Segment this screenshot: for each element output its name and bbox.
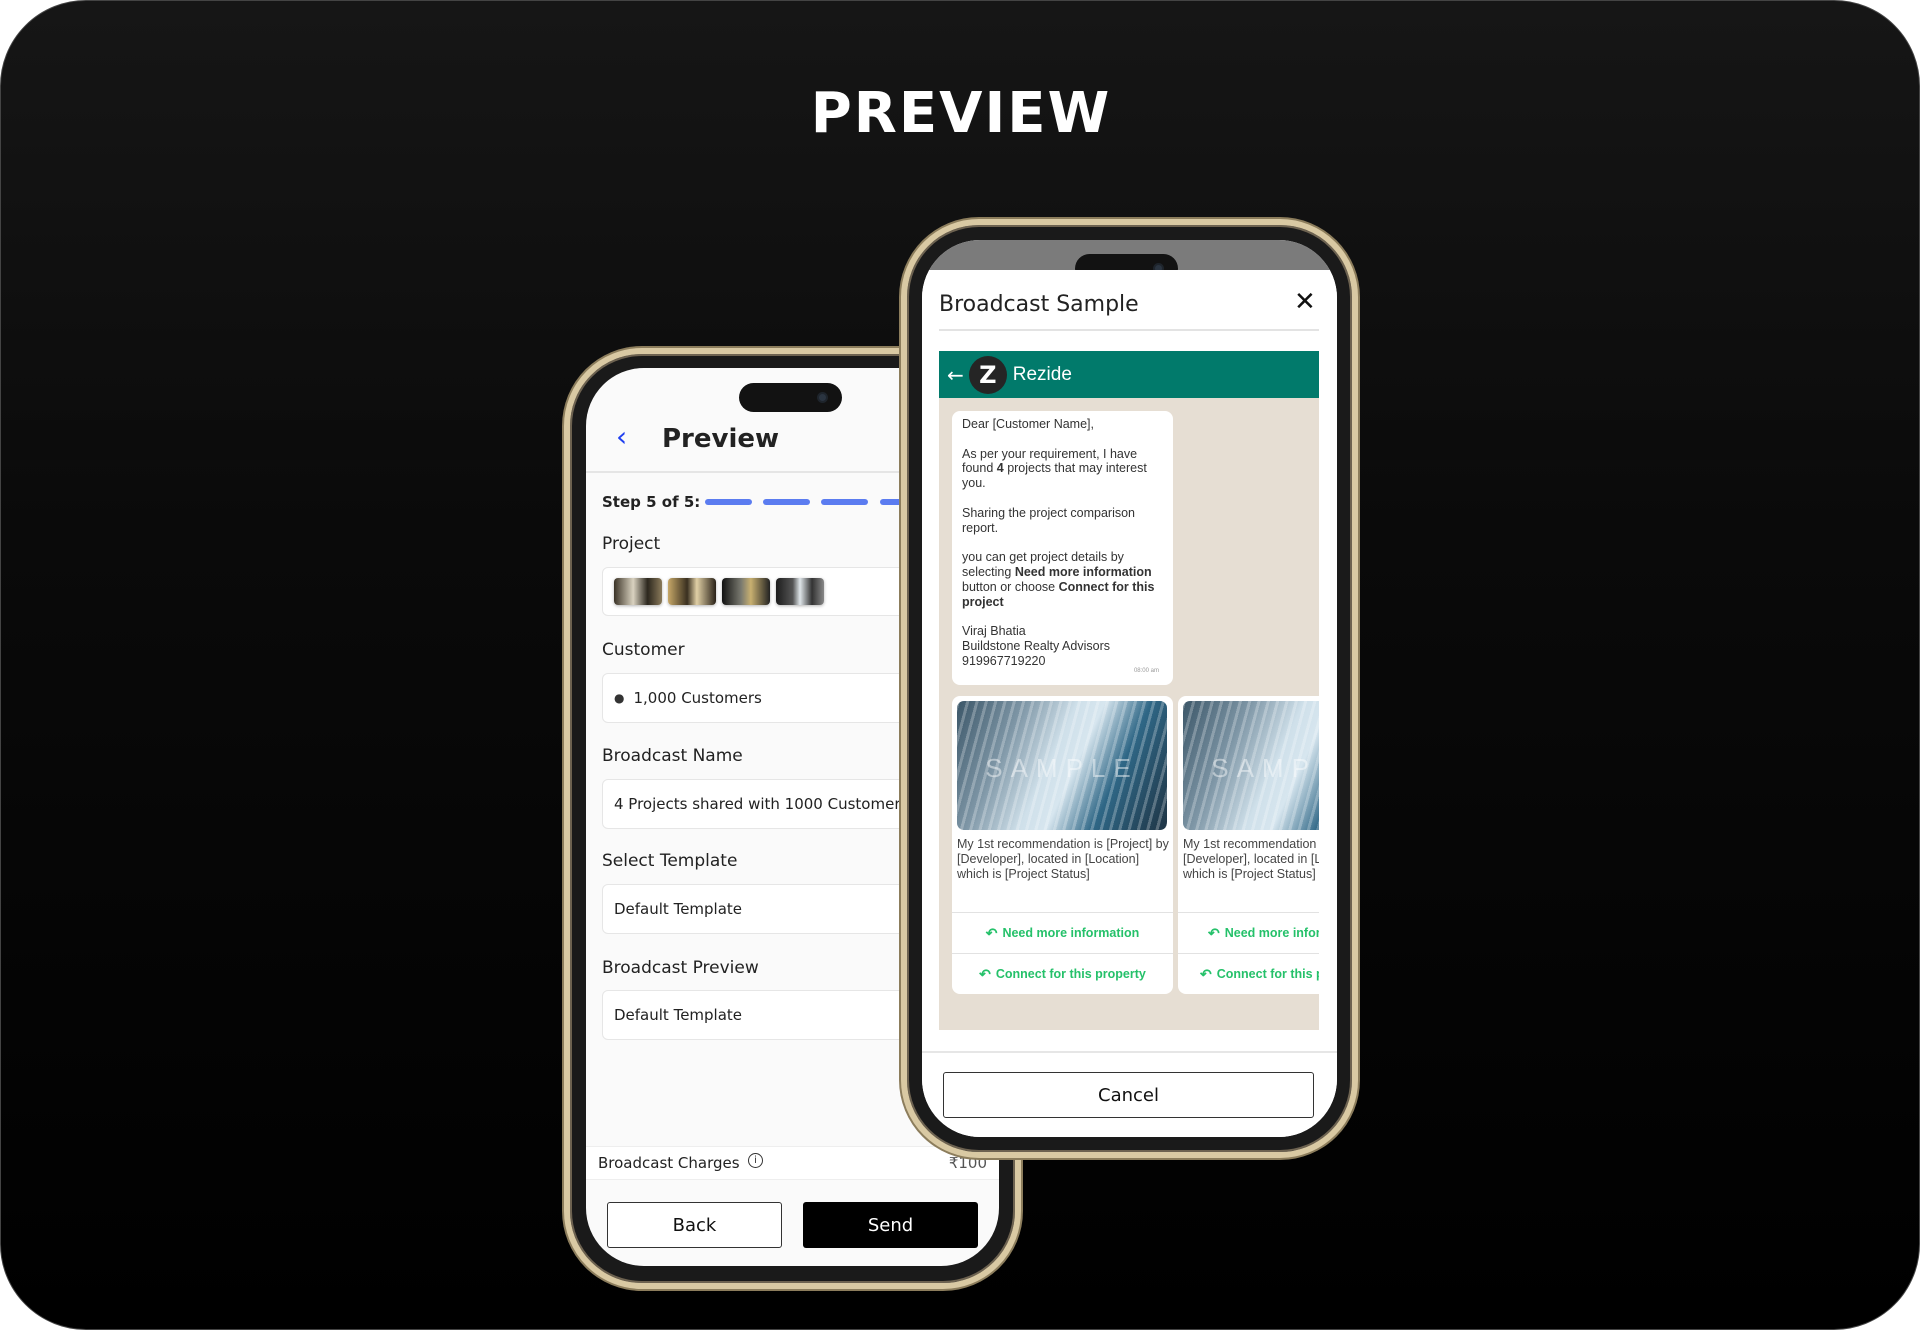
broadcast-preview-label: Broadcast Preview [602,958,759,978]
connect-property-button[interactable]: ↶Connect for this property [1178,953,1319,994]
message-signature: Viraj Bhatia Buildstone Realty Advisors 91… [962,624,1110,668]
close-icon[interactable]: ✕ [1294,287,1316,317]
chevron-left-icon[interactable]: ‹ [616,420,627,453]
broadcast-sample-phone: Broadcast Sample ✕ ← Z Rezide Dear [Cust… [901,219,1358,1158]
carousel-card: SAMPLE My 1st recommendation is [Project… [1178,696,1319,994]
reply-icon: ↶ [1208,924,1220,941]
customer-label: Customer [602,640,685,660]
card-text: My 1st recommendation is [Project] by [D… [957,837,1169,881]
broadcast-name-label: Broadcast Name [602,746,743,766]
connect-property-button[interactable]: ↶Connect for this property [952,953,1173,994]
step-progress-2 [763,499,810,505]
chat-header: ← Z Rezide [939,351,1319,398]
divider [922,1051,1337,1053]
broadcast-sample-screen: Broadcast Sample ✕ ← Z Rezide Dear [Cust… [922,240,1337,1137]
arrow-left-icon[interactable]: ← [947,363,964,387]
step-progress-3 [821,499,868,505]
modal-title: Broadcast Sample [939,292,1139,317]
need-more-info-button[interactable]: ↶Need more information [952,912,1173,953]
canvas: PREVIEW ‹ Preview Step 5 of 5: Project C… [0,0,1920,1330]
info-icon[interactable]: i [748,1153,763,1168]
whatsapp-preview: ← Z Rezide Dear [Customer Name], As per … [939,351,1319,1030]
person-icon: ● [614,691,625,705]
project-thumbnail [614,578,662,605]
customer-value: 1,000 Customers [633,689,762,707]
reply-icon: ↶ [985,924,998,941]
dynamic-island [739,383,842,412]
project-thumbnail [722,578,770,605]
avatar: Z [968,355,1007,394]
project-thumbnail [668,578,716,605]
step-label: Step 5 of 5: [602,493,701,511]
carousel-card: SAMPLE My 1st recommendation is [Project… [952,696,1173,994]
need-more-info-button[interactable]: ↶Need more information [1178,912,1319,953]
back-button[interactable]: Back [607,1202,782,1248]
message-paragraph: Sharing the project comparison report. [962,505,1136,535]
message-paragraph: you can get project details by selecting… [962,550,1155,609]
cancel-button[interactable]: Cancel [943,1072,1314,1118]
step-progress-1 [705,499,752,505]
charges-bar: Broadcast Charges i ₹100 [586,1146,999,1180]
message-bubble: Dear [Customer Name], As per your requir… [952,411,1173,685]
message-greeting: Dear [Customer Name], [962,417,1094,431]
divider [939,329,1319,331]
select-template-label: Select Template [602,851,738,871]
chat-sender: Rezide [1012,363,1072,385]
message-paragraph: As per your requirement, I have found 4 … [962,446,1147,491]
project-label: Project [602,534,661,554]
send-button[interactable]: Send [803,1202,978,1248]
project-thumbnail [776,578,824,605]
building-image: SAMPLE [1183,701,1319,830]
page-heading: PREVIEW [810,81,1112,146]
card-text: My 1st recommendation is [Project] by [D… [1183,837,1319,881]
page-title: Preview [662,424,780,454]
reply-icon: ↶ [1200,965,1212,982]
building-image: SAMPLE [957,701,1167,830]
reply-icon: ↶ [979,965,991,982]
charges-label: Broadcast Charges [598,1154,740,1172]
message-time: 08:00 am [1133,667,1159,674]
